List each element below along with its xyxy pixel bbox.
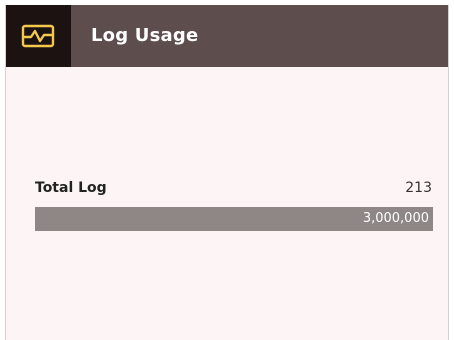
- log-usage-card: Log Usage Total Log 213 3,000,000: [5, 5, 449, 340]
- total-log-value: 213: [405, 180, 432, 196]
- total-log-label: Total Log: [35, 180, 107, 196]
- page-title: Log Usage: [91, 25, 199, 46]
- header-icon-box: [6, 5, 71, 67]
- waveform-monitor-icon: [21, 24, 55, 48]
- usage-max-value: 3,000,000: [362, 211, 429, 226]
- usage-progress-bar: 3,000,000: [35, 207, 433, 231]
- card-header: Log Usage: [6, 5, 448, 67]
